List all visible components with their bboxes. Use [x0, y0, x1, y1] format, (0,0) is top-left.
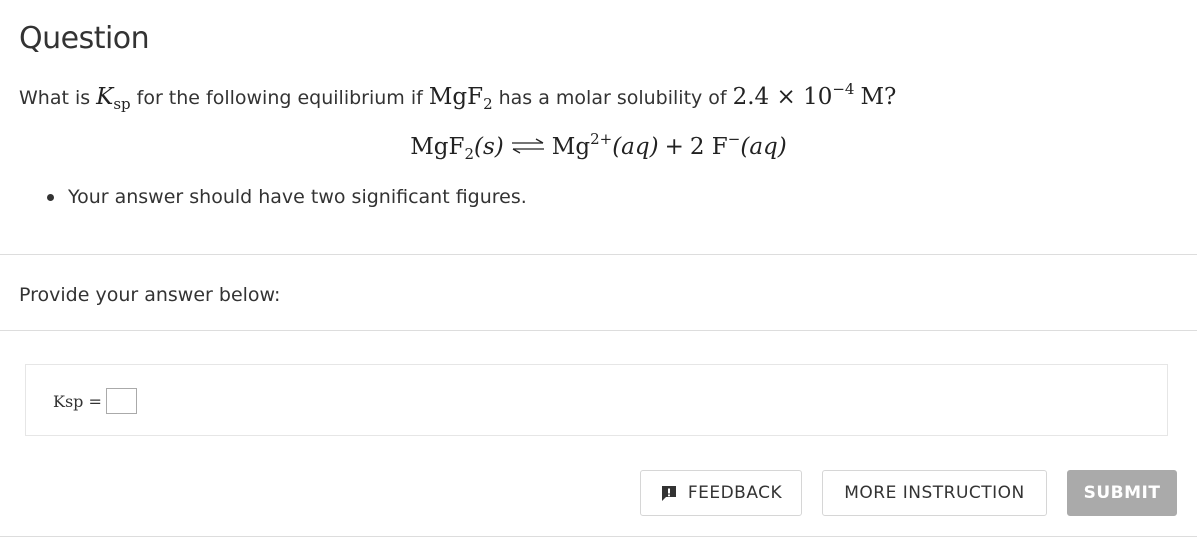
ksp-symbol: Ksp — [96, 84, 131, 113]
plus-sign: + — [664, 134, 684, 160]
page-title: Question — [19, 21, 150, 56]
answer-box: Ksp = — [25, 364, 1168, 436]
ksp-input[interactable] — [105, 388, 137, 414]
reactant: MgF2(s) — [410, 134, 504, 163]
feedback-icon — [661, 486, 676, 501]
more-instruction-label: MORE INSTRUCTION — [844, 483, 1025, 503]
more-instruction-button[interactable]: MORE INSTRUCTION — [822, 470, 1047, 516]
divider — [0, 330, 1197, 331]
divider — [0, 254, 1197, 255]
ksp-label: Ksp = — [53, 391, 102, 411]
feedback-label: FEEDBACK — [687, 483, 783, 503]
equilibrium-arrow-icon — [511, 138, 544, 154]
submit-label: SUBMIT — [1083, 483, 1161, 503]
product-magnesium: Mg2+(aq) — [551, 130, 659, 160]
submit-button[interactable]: SUBMIT — [1067, 470, 1177, 516]
provide-answer-label: Provide your answer below: — [19, 284, 281, 306]
ksp-answer-row: Ksp = — [53, 388, 137, 414]
question-text: What is Ksp for the following equilibriu… — [19, 80, 896, 114]
equilibrium-equation: MgF2(s) Mg2+(aq) + 2 F−(aq) — [0, 130, 1197, 166]
bullet-dot-icon — [47, 193, 54, 201]
feedback-button[interactable]: FEEDBACK — [640, 470, 802, 516]
compound-formula: MgF2 — [428, 84, 493, 113]
solubility-value: 2.4 × 10−4 M? — [732, 80, 897, 110]
product-fluoride: 2 F−(aq) — [689, 130, 787, 160]
instruction-text: Your answer should have two significant … — [68, 186, 527, 208]
instruction-bullet: Your answer should have two significant … — [47, 186, 527, 208]
question-middle: for the following equilibrium if — [136, 87, 423, 109]
question-prefix: What is — [19, 87, 91, 109]
question-suffix: has a molar solubility of — [498, 87, 727, 109]
